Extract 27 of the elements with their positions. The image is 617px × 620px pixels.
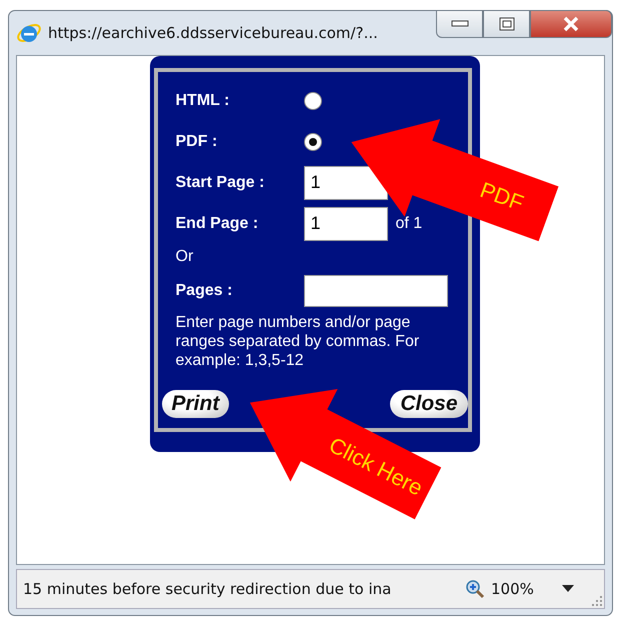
pages-field[interactable] (304, 274, 448, 306)
end-page-field[interactable]: 1 (304, 206, 388, 240)
minimize-icon (450, 20, 468, 28)
minimize-button[interactable] (436, 10, 483, 38)
page-count: of 1 (396, 214, 422, 232)
start-page-field[interactable]: 1 (304, 166, 388, 200)
zoom-level[interactable]: 100% (491, 580, 534, 598)
caret-icon[interactable] (562, 585, 574, 593)
status-message: 15 minutes before security redirection due to ina (23, 580, 392, 598)
format-label: PDF : (176, 132, 218, 150)
browser-logo-icon (16, 21, 42, 45)
resize-grip-icon[interactable] (592, 596, 602, 606)
close-button[interactable] (530, 10, 612, 38)
close-icon (562, 16, 580, 32)
print-button[interactable]: Print (162, 390, 230, 418)
radio-button[interactable] (304, 132, 322, 150)
pages-label: Pages : (176, 282, 234, 300)
format-label: HTML : (176, 92, 230, 110)
or-text: Or (176, 247, 194, 267)
zoom-icon[interactable] (465, 579, 485, 599)
maximize-button[interactable] (483, 10, 530, 38)
radio-button[interactable] (304, 92, 322, 110)
end-page-label: End Page : (176, 214, 260, 232)
close-dialog-button[interactable]: Close (390, 390, 468, 418)
start-page-label: Start Page : (176, 174, 266, 192)
maximize-icon (498, 17, 514, 31)
window-title: https://earchive6.ddsservicebureau.com/?... (48, 24, 378, 42)
